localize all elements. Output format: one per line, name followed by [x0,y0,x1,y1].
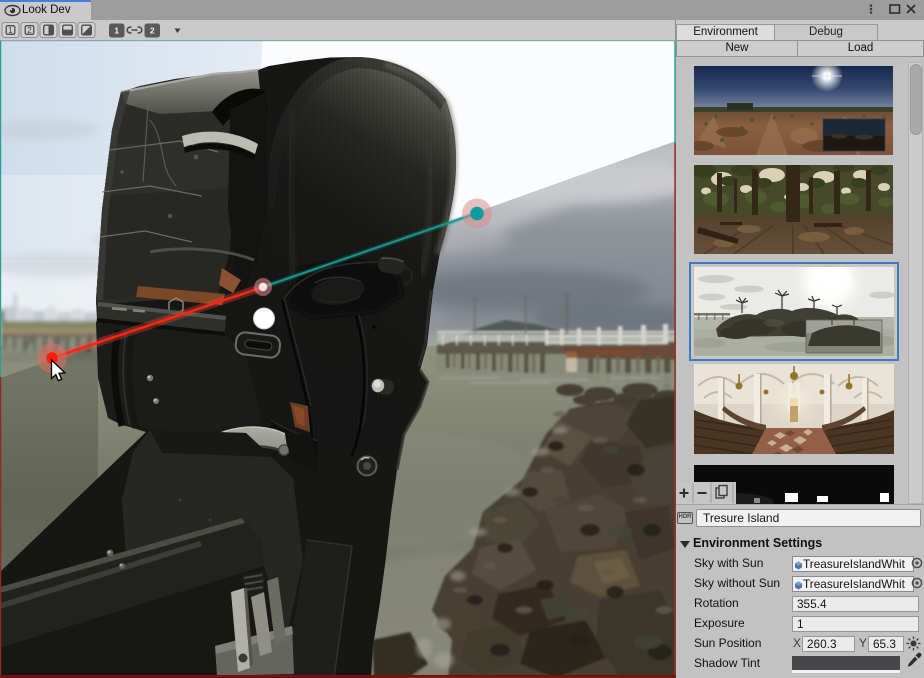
svg-text:1: 1 [8,26,13,35]
svg-text:1: 1 [114,26,119,36]
svg-text:2: 2 [27,26,32,35]
svg-text:2: 2 [150,26,155,36]
